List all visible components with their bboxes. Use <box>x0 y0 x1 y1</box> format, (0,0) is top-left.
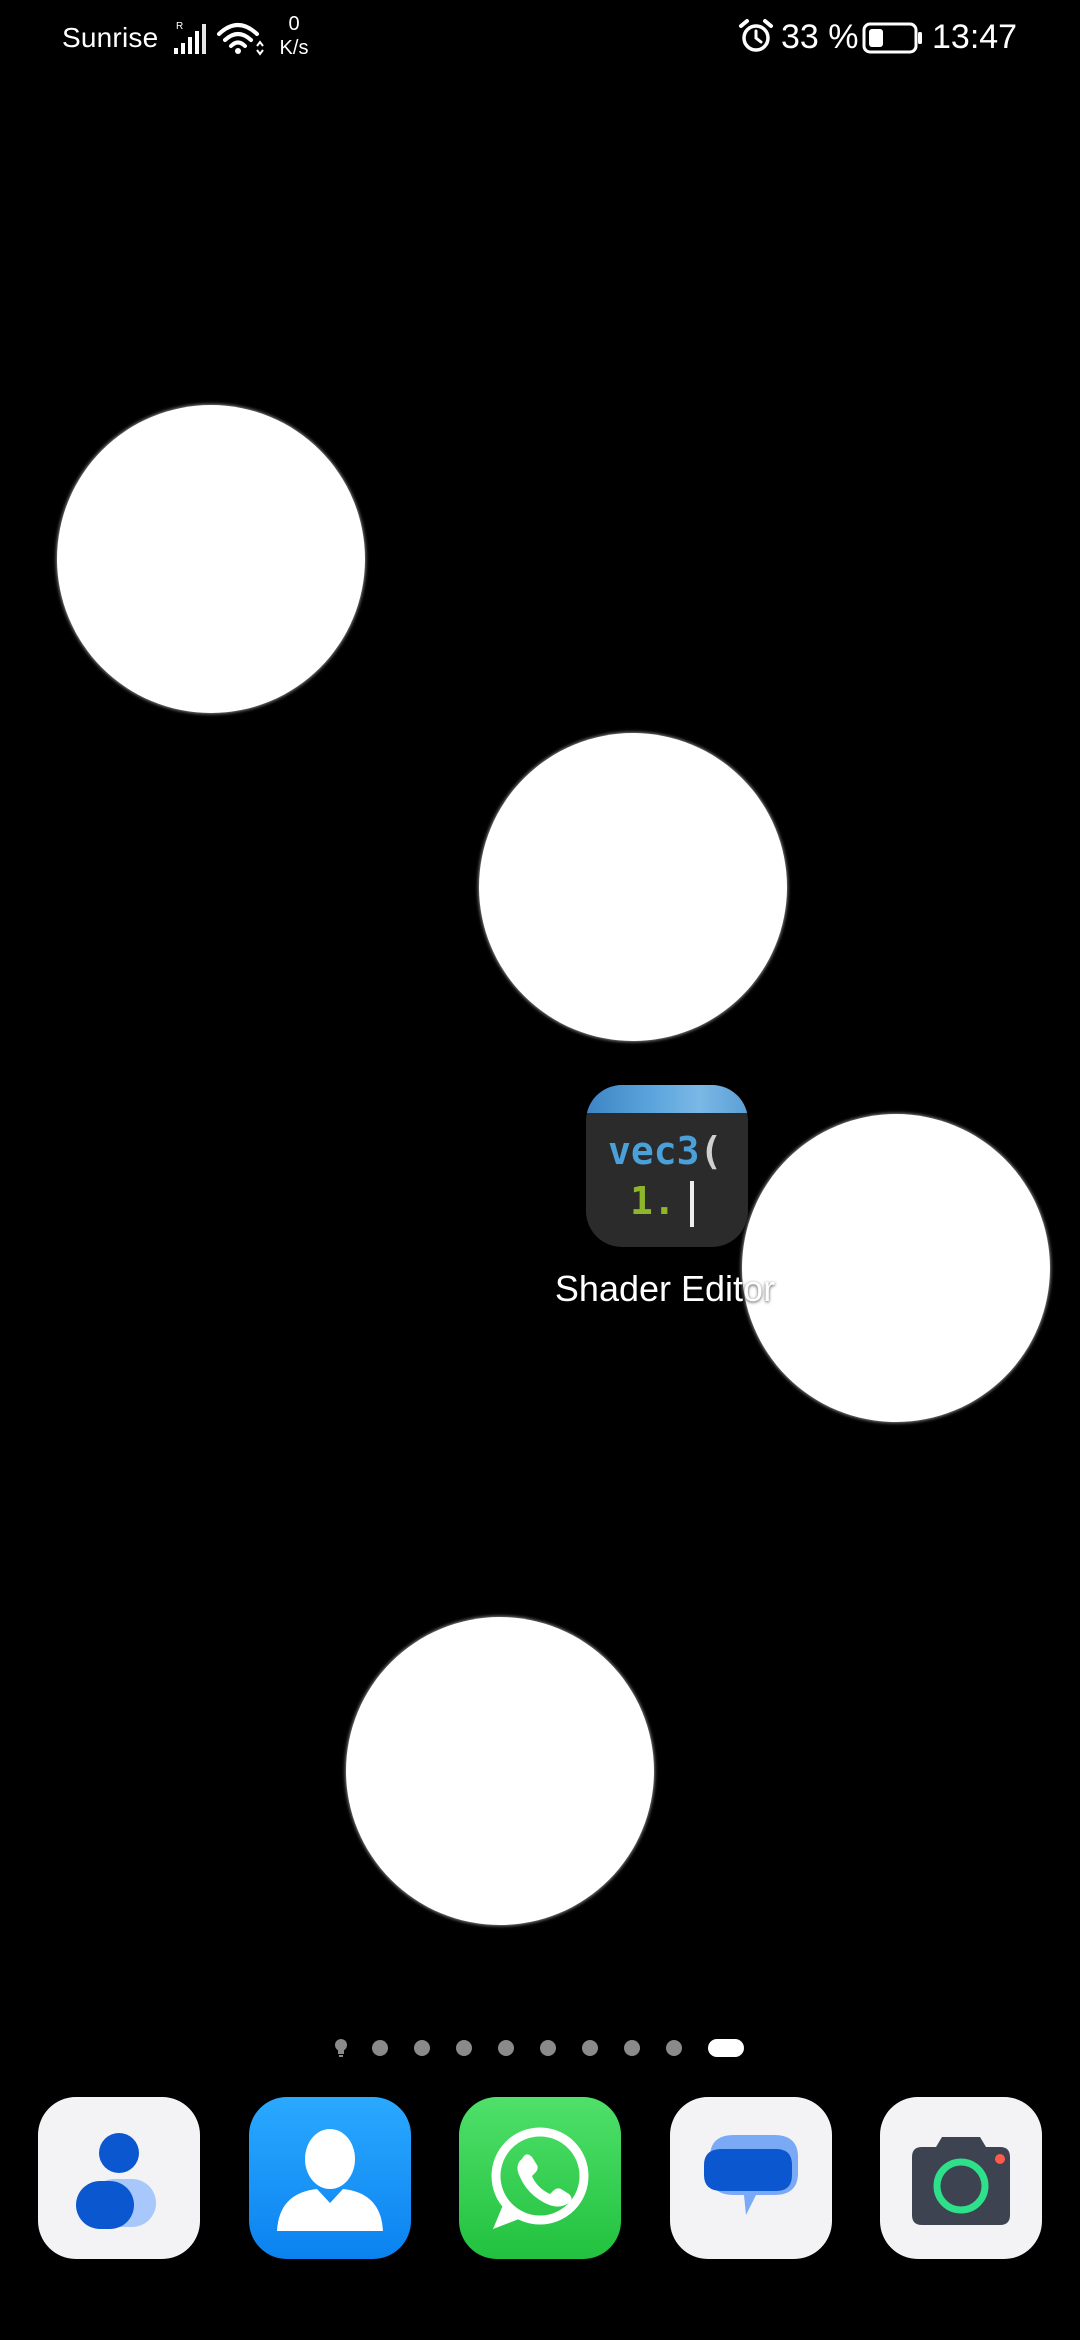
page-dot[interactable] <box>624 2040 640 2056</box>
page-dot[interactable] <box>666 2040 682 2056</box>
whatsapp-icon[interactable] <box>459 2097 621 2259</box>
dock-app-contacts[interactable] <box>249 2097 411 2259</box>
text-cursor <box>690 1181 694 1227</box>
page-dot[interactable] <box>372 2040 388 2056</box>
dock-app-camera[interactable] <box>880 2097 1042 2259</box>
contact-silhouette-icon[interactable] <box>249 2097 411 2259</box>
status-bar: Sunrise R 0 K/s 33 % 13:47 <box>0 0 1080 80</box>
shader-editor-icon[interactable]: vec3( 1. <box>586 1085 748 1247</box>
dock <box>38 2097 1042 2259</box>
carrier-name: Sunrise <box>62 22 159 53</box>
signal-icon: R <box>174 21 206 54</box>
dock-app-contacts-google[interactable] <box>38 2097 200 2259</box>
dock-app-messages[interactable] <box>670 2097 832 2259</box>
roaming-mark: R <box>176 21 183 32</box>
page-dot[interactable] <box>582 2040 598 2056</box>
icon-code-line-1: vec3( <box>608 1129 723 1173</box>
icon-code-line-2: 1. <box>630 1179 676 1223</box>
messages-icon[interactable] <box>670 2097 832 2259</box>
wallpaper-circle <box>57 405 365 713</box>
network-speed-unit: K/s <box>279 37 309 59</box>
battery-level-fill <box>869 29 883 47</box>
app-label[interactable]: Shader Editor <box>540 1268 790 1310</box>
wallpaper-circle <box>479 733 787 1041</box>
network-speed: 0 K/s <box>272 12 316 60</box>
page-dot[interactable] <box>540 2040 556 2056</box>
app-shortcut-shader-editor[interactable]: vec3( 1. Shader Editor <box>540 1085 790 1325</box>
battery-percentage: 33 % <box>781 18 859 56</box>
camera-icon[interactable] <box>880 2097 1042 2259</box>
bulb-icon[interactable] <box>334 2038 348 2058</box>
network-speed-value: 0 <box>288 13 300 35</box>
page-indicator[interactable] <box>334 2036 744 2060</box>
page-dot[interactable] <box>498 2040 514 2056</box>
page-dot[interactable] <box>414 2040 430 2056</box>
page-dot[interactable] <box>456 2040 472 2056</box>
wifi-icon <box>217 23 264 56</box>
icon-header-band <box>586 1085 748 1113</box>
dock-app-whatsapp[interactable] <box>459 2097 621 2259</box>
wallpaper-circle <box>346 1617 654 1925</box>
contacts-person-icon[interactable] <box>38 2097 200 2259</box>
icon-code-paren: ( <box>699 1129 723 1173</box>
battery-icon <box>862 22 922 54</box>
alarm-icon <box>739 19 773 52</box>
clock: 13:47 <box>932 18 1018 56</box>
page-dot-active[interactable] <box>708 2039 744 2057</box>
